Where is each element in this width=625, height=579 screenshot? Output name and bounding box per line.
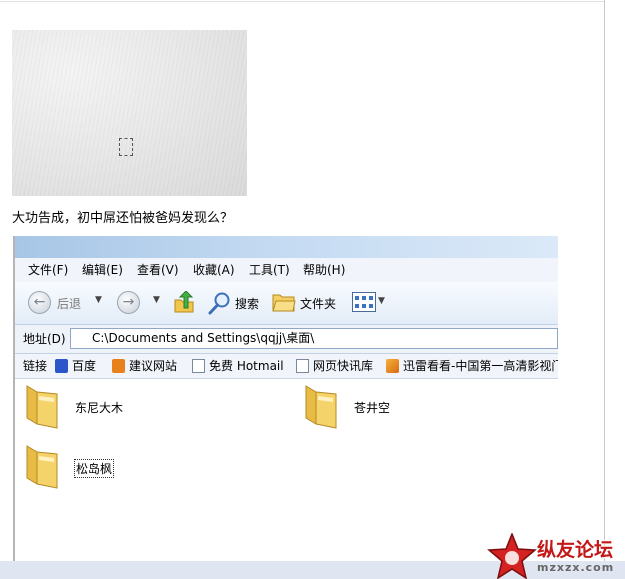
post-caption: 大功告成，初中屌还怕被爸妈发现么？ (12, 211, 234, 226)
address-input[interactable]: C:\Documents and Settings\qqjj\桌面\ (70, 328, 558, 349)
back-button-label[interactable]: 后退 (57, 295, 81, 312)
menu-favorites[interactable]: 收藏(A) (193, 258, 235, 282)
menu-file[interactable]: 文件(F) (28, 258, 68, 282)
explorer-window-screenshot: 文件(F) 编辑(E) 查看(V) 收藏(A) 工具(T) 帮助(H) ← 后退… (13, 236, 558, 561)
toolbar: ← 后退 ▼ → ▼ 搜索 文件夹 ▼ (15, 282, 558, 325)
link-hotmail[interactable]: 免费 Hotmail (192, 354, 284, 378)
link-xunlei-kankan[interactable]: 迅雷看看-中国第一高清影视门 (386, 354, 558, 378)
menu-edit[interactable]: 编辑(E) (82, 258, 123, 282)
back-icon[interactable]: ← (28, 291, 51, 314)
forum-post-area: 大功告成，初中屌还怕被爸妈发现么？ 文件(F) 编辑(E) 查看(V) 收藏(A… (0, 0, 605, 579)
search-button-label[interactable]: 搜索 (235, 295, 259, 312)
folder-name: 苍井空 (354, 401, 391, 415)
menu-bar: 文件(F) 编辑(E) 查看(V) 收藏(A) 工具(T) 帮助(H) (15, 258, 558, 282)
forward-icon[interactable]: → (117, 291, 140, 314)
suggested-sites-icon (112, 359, 125, 373)
menu-tools[interactable]: 工具(T) (249, 258, 290, 282)
star-logo-icon (487, 533, 537, 579)
divider (0, 1, 604, 2)
link-baidu[interactable]: 百度 (55, 354, 96, 378)
address-label: 地址(D) (23, 332, 66, 346)
baidu-icon (55, 359, 68, 373)
links-label: 链接 (23, 359, 48, 373)
forum-watermark: 纵友论坛 mzxzx.com (487, 531, 625, 579)
watermark-text: 纵友论坛 (537, 539, 614, 561)
menu-view[interactable]: 查看(V) (137, 258, 179, 282)
search-icon[interactable] (208, 291, 232, 315)
menu-help[interactable]: 帮助(H) (303, 258, 345, 282)
page-icon (192, 359, 205, 373)
folder-name: 松岛枫 (74, 459, 115, 478)
folders-icon[interactable] (272, 291, 296, 313)
folders-button-label[interactable]: 文件夹 (300, 295, 336, 312)
watermark-url: mzxzx.com (537, 561, 615, 574)
views-icon[interactable] (352, 292, 376, 312)
folder-icon (26, 445, 58, 489)
link-web-slice-gallery[interactable]: 网页快讯库 (296, 354, 373, 378)
address-bar: 地址(D) C:\Documents and Settings\qqjj\桌面\ (15, 325, 558, 354)
folder-name: 东尼大木 (75, 401, 124, 415)
xunlei-icon (386, 359, 399, 373)
folder-icon (305, 385, 337, 429)
link-suggested-sites[interactable]: 建议网站 (112, 354, 177, 378)
views-dropdown-icon[interactable]: ▼ (378, 296, 385, 306)
window-titlebar (15, 236, 558, 258)
links-bar: 链接 百度 建议网站 免费 Hotmail 网页快讯库 迅雷看看-中国第一高清影… (15, 354, 558, 379)
hidden-folder-marker (119, 138, 133, 156)
attached-image-texture (12, 30, 247, 196)
up-folder-icon[interactable] (173, 291, 197, 315)
folder-icon (26, 385, 58, 429)
page-icon (296, 359, 309, 373)
back-dropdown-icon[interactable]: ▼ (95, 295, 102, 305)
forward-dropdown-icon[interactable]: ▼ (153, 295, 160, 305)
